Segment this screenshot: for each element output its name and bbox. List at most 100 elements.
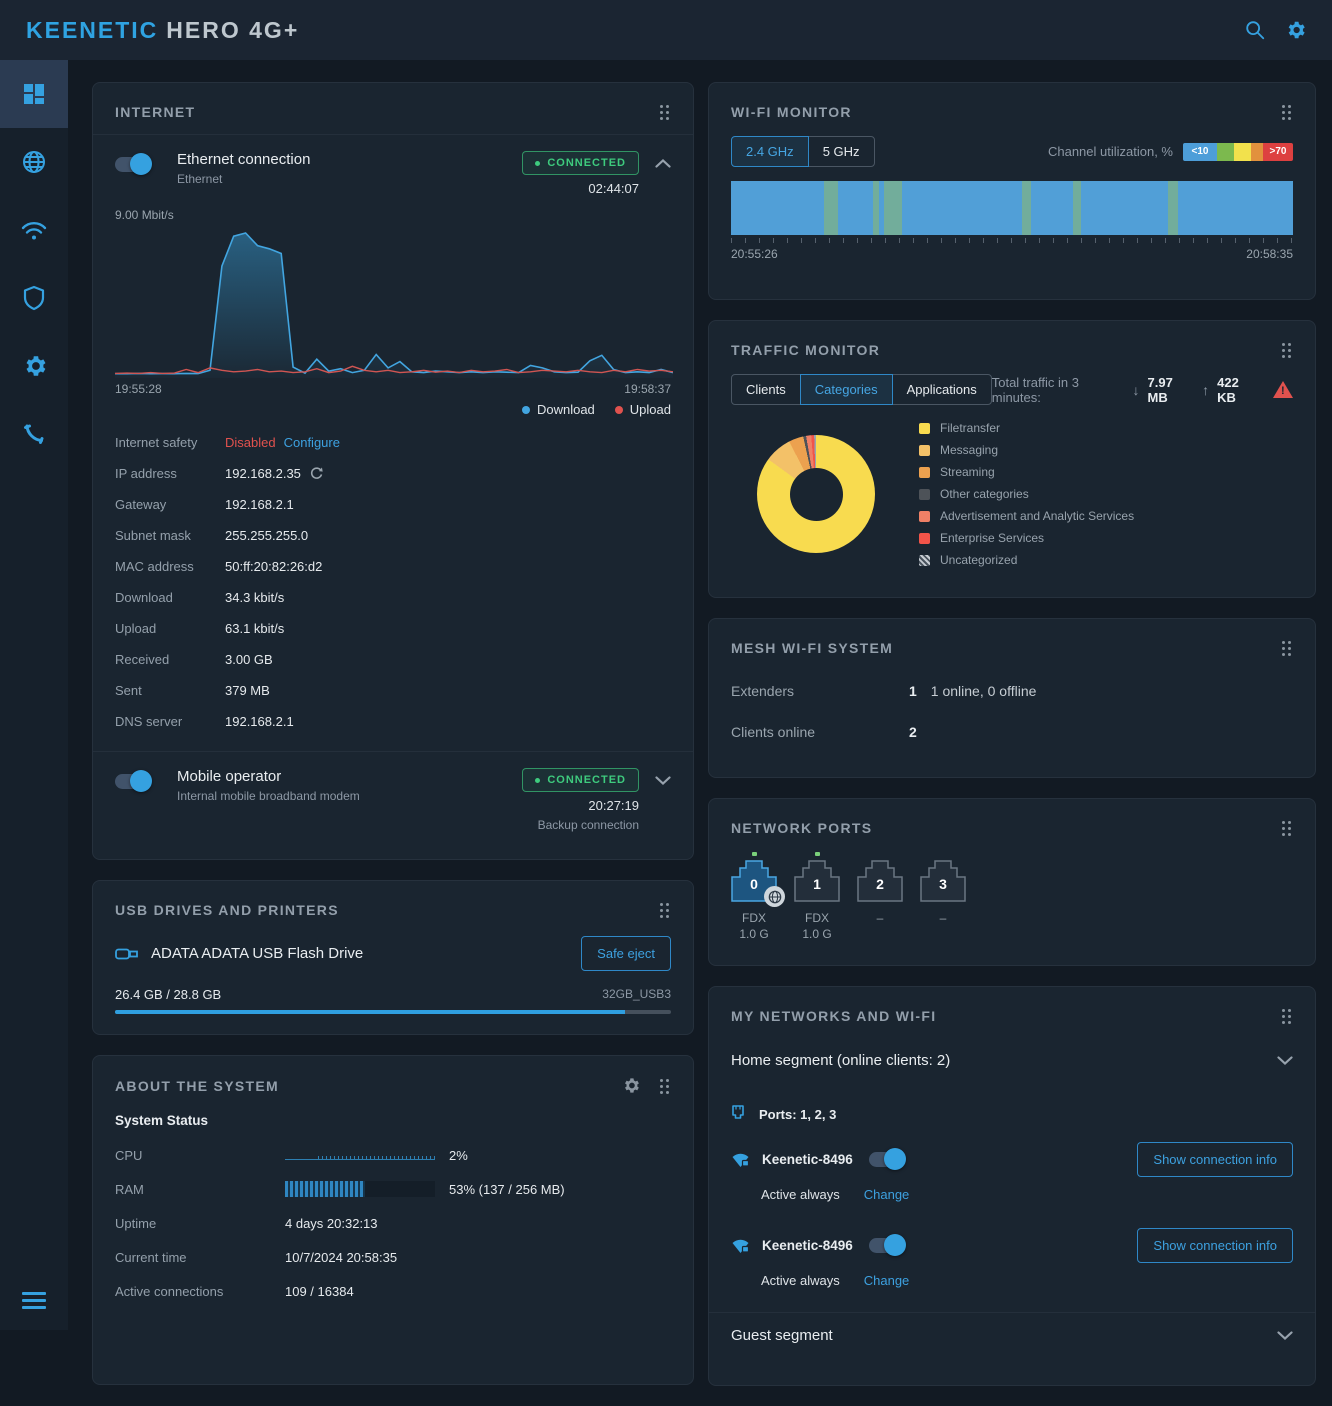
connection-uptime: 02:44:07 xyxy=(588,181,639,196)
wifi-toggle[interactable] xyxy=(868,1234,906,1256)
tab-categories[interactable]: Categories xyxy=(799,374,893,405)
home-segment-label: Home segment (online clients: 2) xyxy=(731,1052,951,1069)
connection-subtitle: Internal mobile broadband modem xyxy=(177,789,360,803)
show-connection-info-button[interactable]: Show connection info xyxy=(1137,1228,1293,1263)
tab-applications[interactable]: Applications xyxy=(891,374,992,405)
link-status-dot xyxy=(814,852,820,856)
extenders-row: Extenders 1 1 online, 0 offline xyxy=(731,682,1037,699)
ram-row: RAM 53% (137 / 256 MB) xyxy=(115,1181,565,1197)
cpu-bar xyxy=(285,1147,435,1163)
legend-item: Filetransfer xyxy=(919,421,1134,435)
drag-handle-icon[interactable] xyxy=(1282,821,1285,824)
globe-icon xyxy=(23,151,45,173)
drag-handle-icon[interactable] xyxy=(1282,105,1285,108)
backup-note: Backup connection xyxy=(537,818,639,832)
warning-triangle-icon[interactable] xyxy=(1273,381,1293,398)
panel-title: TRAFFIC MONITOR xyxy=(731,341,881,358)
uptime-row: Uptime 4 days 20:32:13 xyxy=(115,1215,378,1231)
ports-list: 0 FDX 1.0 G 1 FDX 1.0 G 2 – 3 – xyxy=(709,850,1315,960)
wifi-network-row: Keenetic-8496 Show connection info xyxy=(709,1130,1315,1177)
chart-x-end: 19:58:37 xyxy=(624,382,671,396)
drag-handle-icon[interactable] xyxy=(660,903,663,906)
safe-eject-button[interactable]: Safe eject xyxy=(581,936,671,971)
sidebar-collapse-button[interactable] xyxy=(0,1270,68,1330)
about-panel: ABOUT THE SYSTEM System Status CPU 2% RA… xyxy=(92,1055,694,1385)
drag-handle-icon[interactable] xyxy=(660,1079,663,1082)
my-networks-panel: MY NETWORKS AND WI-FI Home segment (onli… xyxy=(708,986,1316,1386)
change-link[interactable]: Change xyxy=(864,1273,910,1288)
sidebar-item-security[interactable] xyxy=(0,264,68,332)
usb-capacity-bar xyxy=(115,1010,671,1014)
tab-2_4ghz[interactable]: 2.4 GHz xyxy=(731,136,809,167)
usb-panel: USB DRIVES AND PRINTERS ADATA ADATA USB … xyxy=(92,880,694,1035)
panel-settings-icon[interactable] xyxy=(621,1076,640,1095)
wifi-schedule-row: Active always Change xyxy=(709,1263,1315,1302)
category-swatch-icon xyxy=(919,510,930,522)
panel-title: ABOUT THE SYSTEM xyxy=(115,1077,279,1094)
legend-item: Enterprise Services xyxy=(919,531,1134,545)
top-bar: KEENETIC HERO 4G+ xyxy=(0,0,1332,60)
ram-bar xyxy=(285,1181,435,1197)
status-badge: CONNECTED xyxy=(522,768,639,792)
configure-link[interactable]: Configure xyxy=(284,435,340,450)
dashboard-icon xyxy=(24,84,44,104)
connection-subtitle: Ethernet xyxy=(177,172,223,186)
chart-max-label: 9.00 Mbit/s xyxy=(115,208,174,222)
tab-5ghz[interactable]: 5 GHz xyxy=(807,136,875,167)
dns-link[interactable]: 192.168.2.1 xyxy=(225,714,294,729)
renew-ip-icon[interactable] xyxy=(309,466,324,481)
tab-clients[interactable]: Clients xyxy=(731,374,801,405)
monitor-x-start: 20:55:26 xyxy=(731,247,778,261)
port-2[interactable]: 2 – xyxy=(857,852,903,942)
settings-gear-icon[interactable] xyxy=(1284,19,1306,41)
utilization-legend-label: Channel utilization, % xyxy=(1047,144,1173,159)
show-connection-info-button[interactable]: Show connection info xyxy=(1137,1142,1293,1177)
hamburger-icon xyxy=(22,1288,46,1313)
ethernet-plug-icon xyxy=(732,1105,744,1119)
wifi-toggle[interactable] xyxy=(868,1148,906,1170)
mobile-toggle[interactable] xyxy=(115,770,152,792)
detail-row-sent: Sent 379 MB xyxy=(115,683,270,698)
port-0[interactable]: 0 FDX 1.0 G xyxy=(731,852,785,942)
status-badge: CONNECTED xyxy=(522,151,639,175)
connection-details: Internet safety Disabled Configure IP ad… xyxy=(93,419,693,751)
usb-volume-label: 32GB_USB3 xyxy=(602,987,671,1001)
category-swatch-icon xyxy=(919,422,930,434)
sidebar-item-settings[interactable] xyxy=(0,332,68,400)
cpu-row: CPU 2% xyxy=(115,1147,468,1163)
ram-value: 53% (137 / 256 MB) xyxy=(449,1181,565,1197)
search-icon[interactable] xyxy=(1244,19,1266,41)
drag-handle-icon[interactable] xyxy=(1282,641,1285,644)
safety-status: Disabled xyxy=(225,435,276,450)
ethernet-toggle[interactable] xyxy=(115,153,152,175)
sidebar-item-wifi[interactable] xyxy=(0,196,68,264)
legend-item: Messaging xyxy=(919,443,1134,457)
detail-row-gateway: Gateway 192.168.2.1 xyxy=(115,497,294,512)
home-segment-row[interactable]: Home segment (online clients: 2) xyxy=(709,1038,1315,1083)
sidebar-item-support[interactable] xyxy=(0,400,68,468)
chevron-down-icon xyxy=(1277,1331,1293,1340)
port-1[interactable]: 1 FDX 1.0 G xyxy=(794,852,840,942)
guest-segment-row[interactable]: Guest segment xyxy=(709,1313,1315,1358)
mobile-connection-row: Mobile operator Internal mobile broadban… xyxy=(93,752,693,842)
schedule-label: Active always xyxy=(761,1187,840,1202)
drag-handle-icon[interactable] xyxy=(660,105,663,108)
panel-title: INTERNET xyxy=(115,103,196,120)
sidebar-item-dashboard[interactable] xyxy=(0,60,68,128)
chevron-down-icon[interactable] xyxy=(655,776,671,785)
drag-handle-icon[interactable] xyxy=(1282,1009,1285,1012)
change-link[interactable]: Change xyxy=(864,1187,910,1202)
sidebar-item-internet[interactable] xyxy=(0,128,68,196)
legend-download: Download xyxy=(521,402,595,417)
channel-utilization-bar xyxy=(731,181,1293,235)
wifi-schedule-row: Active always Change xyxy=(709,1177,1315,1216)
segment-ports-row: Ports: 1, 2, 3 xyxy=(709,1083,1315,1130)
phone-icon xyxy=(24,424,44,444)
category-legend: Filetransfer Messaging Streaming Other c… xyxy=(919,421,1134,567)
wifi-monitor-panel: WI-FI MONITOR 2.4 GHz 5 GHz Channel util… xyxy=(708,82,1316,300)
chevron-up-icon[interactable] xyxy=(655,159,671,168)
legend-upload: Upload xyxy=(614,402,671,417)
drag-handle-icon[interactable] xyxy=(1282,343,1285,346)
detail-row-internet-safety: Internet safety Disabled Configure xyxy=(115,435,340,450)
port-3[interactable]: 3 – xyxy=(920,852,966,942)
